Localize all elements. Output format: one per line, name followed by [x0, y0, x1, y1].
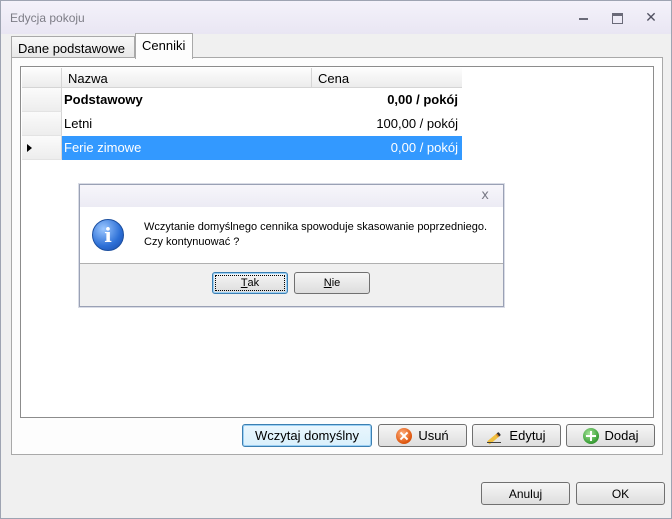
dialog-body: i Wczytanie domyślnego cennika spowoduje… [80, 207, 503, 263]
row-selector-header [22, 68, 62, 87]
cancel-button[interactable]: Anuluj [481, 482, 570, 505]
no-button[interactable]: Nie [294, 272, 370, 294]
load-default-button[interactable]: Wczytaj domyślny [242, 424, 372, 447]
row-name-cell: Podstawowy [64, 92, 143, 107]
column-header-price[interactable]: Cena [312, 68, 462, 87]
dialog-close-icon[interactable]: x [481, 188, 489, 203]
dialog-message-line-1: Wczytanie domyślnego cennika spowoduje s… [144, 221, 488, 233]
title-bar[interactable]: Edycja pokoju ✕ [1, 1, 671, 34]
add-label: Dodaj [604, 428, 639, 443]
grid-header: Nazwa Cena [22, 68, 462, 88]
dialog-message-line-2: Czy kontynuować ? [144, 236, 240, 248]
row-price-cell: 100,00 / pokój [376, 116, 458, 131]
add-icon [582, 427, 599, 444]
ok-label: OK [611, 486, 630, 501]
delete-label: Usuń [418, 428, 449, 443]
price-list-grid: Nazwa Cena Podstawowy 0,00 / pokój Letni… [22, 68, 462, 160]
current-row-arrow-icon [27, 144, 32, 152]
yes-button[interactable]: Tak [212, 272, 288, 294]
dialog-message: Wczytanie domyślnego cennika spowoduje s… [144, 220, 494, 250]
table-row-selected[interactable]: Ferie zimowe 0,00 / pokój [22, 136, 462, 160]
add-button[interactable]: Dodaj [566, 424, 655, 447]
tab-basic-data[interactable]: Dane podstawowe [11, 36, 135, 59]
edit-button[interactable]: Edytuj [472, 424, 561, 447]
confirm-dialog: x i Wczytanie domyślnego cennika spowodu… [79, 184, 504, 307]
row-selector[interactable] [22, 136, 62, 160]
row-price-cell: 0,00 / pokój [312, 136, 462, 160]
delete-icon [396, 427, 413, 444]
yes-mnemonic: T [240, 277, 248, 289]
yes-label: ak [247, 277, 260, 289]
maximize-icon[interactable] [609, 10, 625, 24]
dialog-footer: Tak Nie [80, 263, 503, 306]
info-icon: i [92, 219, 124, 251]
dialog-title-bar[interactable]: x [80, 185, 503, 207]
cancel-label: Anuluj [508, 486, 543, 501]
row-price-cell: 0,00 / pokój [387, 92, 458, 107]
load-default-label: Wczytaj domyślny [254, 428, 360, 443]
no-label: ie [331, 277, 341, 289]
row-name-cell: Letni [64, 116, 93, 131]
tab-price-lists[interactable]: Cenniki [135, 33, 193, 59]
window-title: Edycja pokoju [10, 11, 85, 25]
table-row[interactable]: Letni 100,00 / pokój [22, 112, 462, 136]
no-mnemonic: N [323, 277, 332, 289]
ok-button[interactable]: OK [576, 482, 665, 505]
delete-button[interactable]: Usuń [378, 424, 467, 447]
row-selector[interactable] [22, 88, 62, 112]
edit-label: Edytuj [509, 428, 546, 443]
pencil-icon [487, 428, 503, 444]
close-icon[interactable]: ✕ [643, 10, 659, 24]
column-header-name[interactable]: Nazwa [62, 68, 312, 87]
table-row[interactable]: Podstawowy 0,00 / pokój [22, 88, 462, 112]
row-selector[interactable] [22, 112, 62, 136]
row-name-cell: Ferie zimowe [62, 136, 312, 160]
minimize-icon[interactable] [575, 10, 591, 24]
edit-room-window: Edycja pokoju ✕ Dane podstawowe Cenniki … [0, 0, 672, 519]
